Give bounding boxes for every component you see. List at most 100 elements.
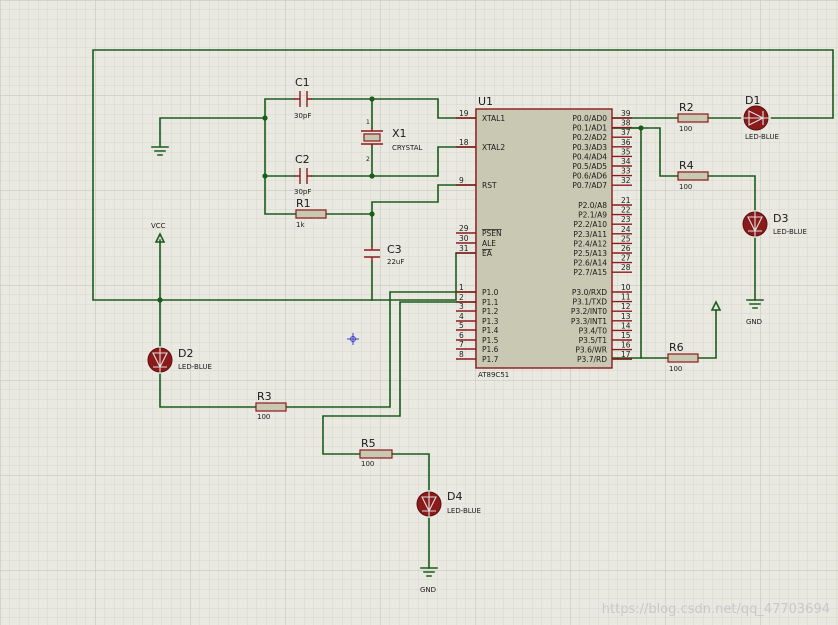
mcu-pin-label: P3.1/TXD [573, 298, 608, 307]
gnd-d4-label: GND [420, 586, 436, 594]
mcu-pin-number: 34 [621, 157, 631, 166]
mcu-pin-number: 21 [621, 196, 631, 205]
mcu-right-pins: 39 P0.0/AD0 38 P0.1/AD1 37 P0.2/AD2 36 P0.3/AD3… [571, 109, 632, 364]
gnd-d3-label: GND [746, 318, 762, 326]
mcu-pin-label: P3.5/T1 [579, 336, 608, 345]
mcu-pin-label: PSEN [482, 229, 502, 238]
mcu-pin-label: P1.6 [482, 345, 499, 354]
junction [369, 173, 375, 179]
mcu-pin-label: P0.5/AD5 [572, 162, 607, 171]
mcu-pin-number: 33 [621, 167, 631, 176]
d1-ref: D1 [745, 94, 760, 107]
mcu-pin-label: P0.4/AD4 [572, 152, 607, 161]
mcu-ref: U1 [478, 95, 493, 108]
mcu-pin-label: P2.7/A15 [573, 268, 607, 277]
mcu-part: AT89C51 [478, 371, 509, 379]
c1-value: 30pF [294, 112, 311, 120]
mcu-pin-number: 11 [621, 293, 631, 302]
mcu-pin-label: P2.0/A8 [578, 201, 607, 210]
mcu-pin-number: 9 [459, 176, 464, 185]
d4-ref: D4 [447, 490, 462, 503]
r1-body [295, 209, 327, 219]
mcu-pin-label: P3.0/RXD [572, 288, 607, 297]
mcu-pin-label: P0.7/AD7 [572, 181, 607, 190]
mcu-pin-number: 36 [621, 138, 631, 147]
r1-ref: R1 [296, 197, 311, 210]
mcu-pin-number: 14 [621, 321, 631, 330]
c2-value: 30pF [294, 188, 311, 196]
r3-ref: R3 [257, 390, 272, 403]
mcu-pin-number: 24 [621, 225, 631, 234]
c2-ref: C2 [295, 153, 310, 166]
mcu-pin-number: 19 [459, 109, 469, 118]
mcu-pin-number: 28 [621, 263, 631, 272]
junction [638, 125, 644, 131]
mcu-pin-number: 29 [459, 224, 469, 233]
mcu-pin-label: P0.2/AD2 [572, 133, 607, 142]
mcu-u1[interactable]: U1 AT89C51 19XTAL118XTAL29RST29PSEN30ALE… [456, 95, 632, 379]
mcu-pin-label: P3.6/WR [575, 346, 607, 355]
r5-ref: R5 [361, 437, 376, 450]
mcu-pin-label: P2.2/A10 [573, 220, 607, 229]
r1-value: 1k [296, 221, 305, 229]
r6-body [667, 353, 699, 363]
c1-ref: C1 [295, 76, 310, 89]
mcu-pin-label: ALE [482, 239, 496, 248]
mcu-pin-label: P1.7 [482, 355, 499, 364]
c3-value: 22uF [387, 258, 404, 266]
mcu-pin-number: 3 [459, 302, 464, 311]
mcu-pin-number: 13 [621, 312, 631, 321]
x1-value: CRYSTAL [392, 144, 423, 152]
schematic-canvas[interactable]: U1 AT89C51 19XTAL118XTAL29RST29PSEN30ALE… [0, 0, 838, 625]
mcu-pin-number: 4 [459, 312, 464, 321]
mcu-pin-number: 6 [459, 331, 464, 340]
mcu-pin-number: 25 [621, 234, 631, 243]
junction [157, 297, 163, 303]
x1-ref: X1 [392, 127, 407, 140]
mcu-pin-number: 2 [459, 293, 464, 302]
d3-ref: D3 [773, 212, 788, 225]
junction [262, 173, 268, 179]
grid-background [0, 0, 838, 625]
mcu-pin-label: P1.4 [482, 326, 499, 335]
mcu-pin-number: 35 [621, 147, 631, 156]
mcu-pin-label: XTAL2 [482, 143, 505, 152]
mcu-pin-number: 30 [459, 234, 469, 243]
mcu-pin-label: P0.3/AD3 [572, 143, 607, 152]
r5-body [359, 449, 393, 459]
x1-body [363, 133, 381, 142]
r6-ref: R6 [669, 341, 684, 354]
mcu-pin-number: 8 [459, 350, 464, 359]
r3-value: 100 [257, 413, 270, 421]
mcu-pin-number: 7 [459, 340, 464, 349]
r5-value: 100 [361, 460, 374, 468]
mcu-pin-label: P1.1 [482, 298, 499, 307]
d4-value: LED-BLUE [447, 507, 481, 515]
mcu-pin-number: 5 [459, 321, 464, 330]
mcu-pin-label: P1.5 [482, 336, 499, 345]
junction [369, 211, 375, 217]
mcu-pin-number: 1 [459, 283, 464, 292]
mcu-pin-label: P3.4/T0 [579, 326, 608, 335]
mcu-pin-label: P2.6/A14 [573, 259, 607, 268]
mcu-pin-label: RST [482, 181, 497, 190]
d3-value: LED-BLUE [773, 228, 807, 236]
mcu-pin-number: 12 [621, 302, 631, 311]
mcu-pin-number: 39 [621, 109, 631, 118]
mcu-pin-number: 18 [459, 138, 469, 147]
mcu-pin-label: P1.0 [482, 288, 499, 297]
c3-ref: C3 [387, 243, 402, 256]
r2-value: 100 [679, 125, 692, 133]
mcu-pin-label: P2.4/A12 [573, 239, 607, 248]
mcu-pin-number: 16 [621, 341, 631, 350]
d2-value: LED-BLUE [178, 363, 212, 371]
mcu-pin-label: P1.2 [482, 307, 499, 316]
mcu-pin-label: EA [482, 249, 493, 258]
mcu-pin-number: 15 [621, 331, 631, 340]
r2-ref: R2 [679, 101, 694, 114]
mcu-pin-number: 23 [621, 215, 631, 224]
d2-ref: D2 [178, 347, 193, 360]
mcu-pin-label: P2.1/A9 [578, 211, 607, 220]
mcu-pin-label: P0.6/AD6 [572, 172, 607, 181]
watermark: https://blog.csdn.net/qq_47703694 [601, 602, 830, 617]
